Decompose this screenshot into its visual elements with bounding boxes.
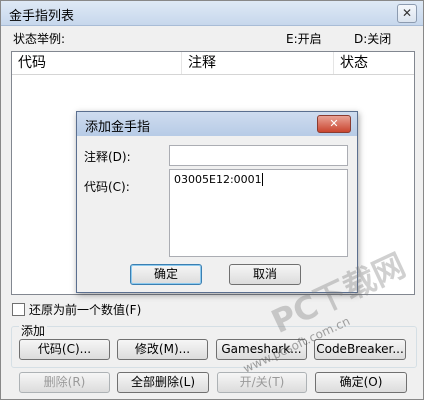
add-code-button[interactable]: 代码(C)...: [19, 339, 110, 360]
dialog-cancel-button[interactable]: 取消: [229, 264, 301, 285]
toggle-button[interactable]: 开/关(T): [217, 372, 307, 393]
status-enabled-legend: E:开启: [286, 32, 322, 46]
column-status[interactable]: 状态: [334, 52, 414, 74]
restore-checkbox[interactable]: [12, 303, 25, 316]
column-comment[interactable]: 注释: [182, 52, 334, 74]
status-disabled-legend: D:关闭: [354, 32, 392, 46]
title-bar: 金手指列表 ✕: [1, 1, 423, 26]
delete-button[interactable]: 删除(R): [19, 372, 110, 393]
codebreaker-button[interactable]: CodeBreaker...: [314, 339, 406, 360]
restore-checkbox-label: 还原为前一个数值(F): [29, 303, 142, 317]
code-input-value: 03005E12:0001: [174, 173, 262, 186]
list-header: 代码 注释 状态: [12, 52, 414, 75]
dialog-title: 添加金手指: [85, 120, 151, 135]
text-caret: ​: [261, 173, 263, 186]
code-input[interactable]: 03005E12:0001​: [169, 169, 348, 257]
dialog-close-icon[interactable]: ✕: [317, 115, 351, 133]
add-group-label: 添加: [19, 322, 48, 339]
dialog-ok-button[interactable]: 确定: [130, 264, 202, 285]
ok-button[interactable]: 确定(O): [315, 372, 407, 393]
comment-label: 注释(D):: [84, 150, 131, 164]
close-icon[interactable]: ✕: [397, 4, 417, 23]
dialog-title-bar: 添加金手指 ✕: [77, 112, 357, 136]
modify-button[interactable]: 修改(M)...: [117, 339, 208, 360]
window-title: 金手指列表: [9, 9, 75, 24]
add-cheat-dialog: 添加金手指 ✕ 注释(D): 代码(C): 03005E12:0001​ 确定 …: [76, 111, 358, 293]
status-example-label: 状态举例:: [13, 32, 66, 46]
code-label: 代码(C):: [84, 180, 130, 194]
column-code[interactable]: 代码: [12, 52, 182, 74]
dialog-body: 注释(D): 代码(C): 03005E12:0001​ 确定 取消: [77, 136, 357, 292]
delete-all-button[interactable]: 全部删除(L): [117, 372, 209, 393]
cheat-list-window: 金手指列表 ✕ 状态举例: E:开启 D:关闭 代码 注释 状态 还原为前一个数…: [0, 0, 424, 400]
comment-input[interactable]: [169, 145, 348, 166]
